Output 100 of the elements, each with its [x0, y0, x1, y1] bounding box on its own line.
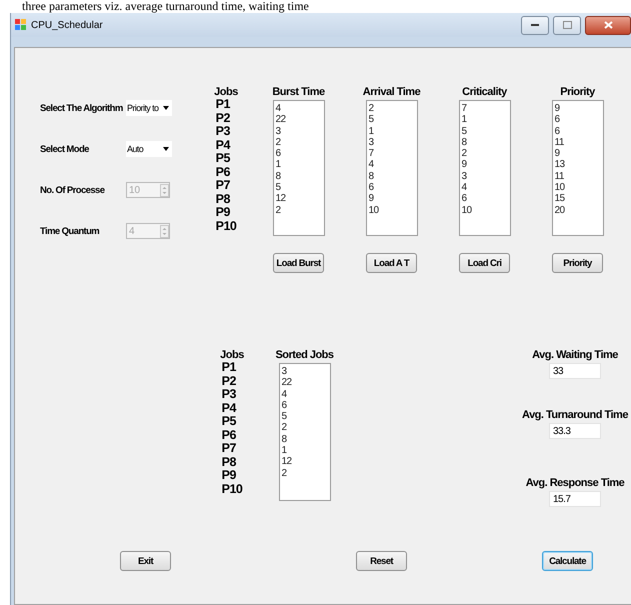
list-value: 7 [462, 103, 468, 114]
list-box[interactable]: 3 22 4 6 5 2 8 1 12 2 [278, 363, 330, 501]
job-label: P2 [216, 112, 230, 125]
list-value: 9 [462, 159, 468, 171]
list-value: 13 [554, 159, 566, 171]
list-value: 1 [276, 159, 282, 171]
job-label: P1 [222, 361, 236, 374]
list-box[interactable]: 7 1 5 8 2 9 3 4 6 10 [458, 100, 510, 236]
list-value: 5 [282, 411, 288, 422]
maximize-icon [562, 21, 572, 29]
column-heading: Jobs [220, 349, 244, 361]
dropdown[interactable]: Auto [126, 141, 172, 157]
average-field: 15.7 [549, 491, 601, 507]
list-value: 2 [276, 136, 282, 148]
list-value: 15 [554, 193, 566, 205]
close-icon [604, 21, 612, 29]
close-button[interactable] [585, 16, 631, 34]
list-value: 8 [276, 170, 282, 182]
list-box[interactable]: 4 22 3 2 6 1 8 5 12 2 [272, 100, 324, 236]
list-value: 3 [462, 170, 468, 182]
list-value: 20 [554, 204, 566, 216]
load-button[interactable]: Load Cri [459, 253, 510, 273]
average-field: 33 [548, 363, 601, 379]
list-value: 10 [462, 204, 473, 216]
column-heading: Criticality [462, 86, 507, 98]
job-label: P9 [216, 206, 230, 220]
list-value: 1 [462, 114, 468, 126]
list-box[interactable]: 9 6 6 11 9 13 11 10 15 20 [552, 100, 604, 236]
job-label: P5 [222, 415, 236, 428]
job-label: P1 [216, 98, 230, 112]
job-label: P10 [222, 482, 242, 496]
column-heading: Arrival Time [362, 86, 420, 98]
list-value: 9 [554, 148, 561, 160]
caret-icon [163, 147, 169, 151]
load-button[interactable]: Load A T [366, 253, 417, 273]
list-value: 4 [368, 159, 375, 171]
app-icon [15, 19, 27, 31]
list-box[interactable]: 2 5 1 3 7 4 8 6 9 10 [366, 100, 418, 236]
list-value: 11 [554, 136, 565, 148]
job-label: P6 [216, 166, 230, 179]
job-label: P3 [216, 125, 230, 138]
list-value: 6 [462, 193, 468, 205]
job-label: P4 [216, 138, 230, 152]
list-value: 9 [368, 193, 375, 205]
list-value: 2 [276, 204, 282, 216]
job-label: P2 [222, 374, 236, 388]
job-label: P4 [222, 402, 236, 415]
job-label: P9 [222, 469, 236, 482]
job-label: P8 [216, 192, 230, 206]
list-value: 8 [282, 434, 288, 446]
list-value: 1 [368, 126, 375, 137]
list-value: 10 [368, 204, 380, 216]
list-value: 2 [282, 422, 288, 434]
list-value: 6 [282, 400, 288, 412]
column-heading: Priority [560, 86, 595, 98]
action-button[interactable]: Reset [356, 551, 407, 571]
list-value: 7 [368, 148, 375, 160]
load-button[interactable]: Load Burst [273, 253, 324, 273]
list-value: 8 [462, 136, 468, 148]
list-value: 11 [554, 170, 565, 182]
list-value: 5 [276, 182, 282, 194]
job-label: P6 [222, 428, 236, 442]
average-label: Avg. Waiting Time [532, 349, 618, 361]
average-label: Avg. Response Time [526, 477, 624, 489]
column-heading: Jobs [214, 86, 238, 98]
action-button[interactable]: Exit [120, 551, 171, 571]
action-button[interactable]: Calculate [542, 551, 593, 571]
setting-label: Time Quantum [40, 226, 100, 236]
load-button[interactable]: Priority [552, 253, 603, 273]
job-label: P5 [216, 152, 230, 166]
column-heading: Burst Time [272, 86, 325, 98]
list-value: 22 [282, 377, 293, 389]
list-value: 12 [276, 193, 287, 205]
job-label: P7 [216, 179, 230, 192]
list-value: 5 [462, 126, 468, 137]
list-value: 3 [276, 126, 282, 137]
setting-label: Select The Algorithm [40, 102, 124, 114]
list-value: 12 [282, 456, 293, 468]
job-label: P10 [216, 220, 236, 233]
list-value: 4 [462, 182, 468, 194]
minimize-button[interactable] [521, 16, 549, 34]
list-value: 5 [368, 114, 375, 126]
list-value: 2 [368, 103, 375, 114]
list-value: 4 [276, 103, 282, 114]
list-value: 2 [282, 468, 288, 479]
list-value: 2 [462, 148, 468, 160]
setting-label: No. Of Processe [40, 184, 106, 196]
setting-label: Select Mode [40, 144, 90, 154]
window-title: CPU_Schedular [31, 20, 103, 30]
minimize-icon [531, 24, 539, 26]
list-value: 1 [282, 445, 288, 456]
dropdown[interactable]: Priority to [126, 100, 172, 116]
list-value: 10 [554, 182, 566, 194]
list-value: 3 [368, 136, 375, 148]
list-value: 6 [554, 126, 561, 137]
list-value: 3 [282, 366, 288, 378]
spin-arrows-icon [160, 224, 169, 238]
list-value: 6 [276, 148, 282, 160]
job-label: P7 [222, 442, 236, 456]
spin-arrows-icon [160, 184, 169, 196]
